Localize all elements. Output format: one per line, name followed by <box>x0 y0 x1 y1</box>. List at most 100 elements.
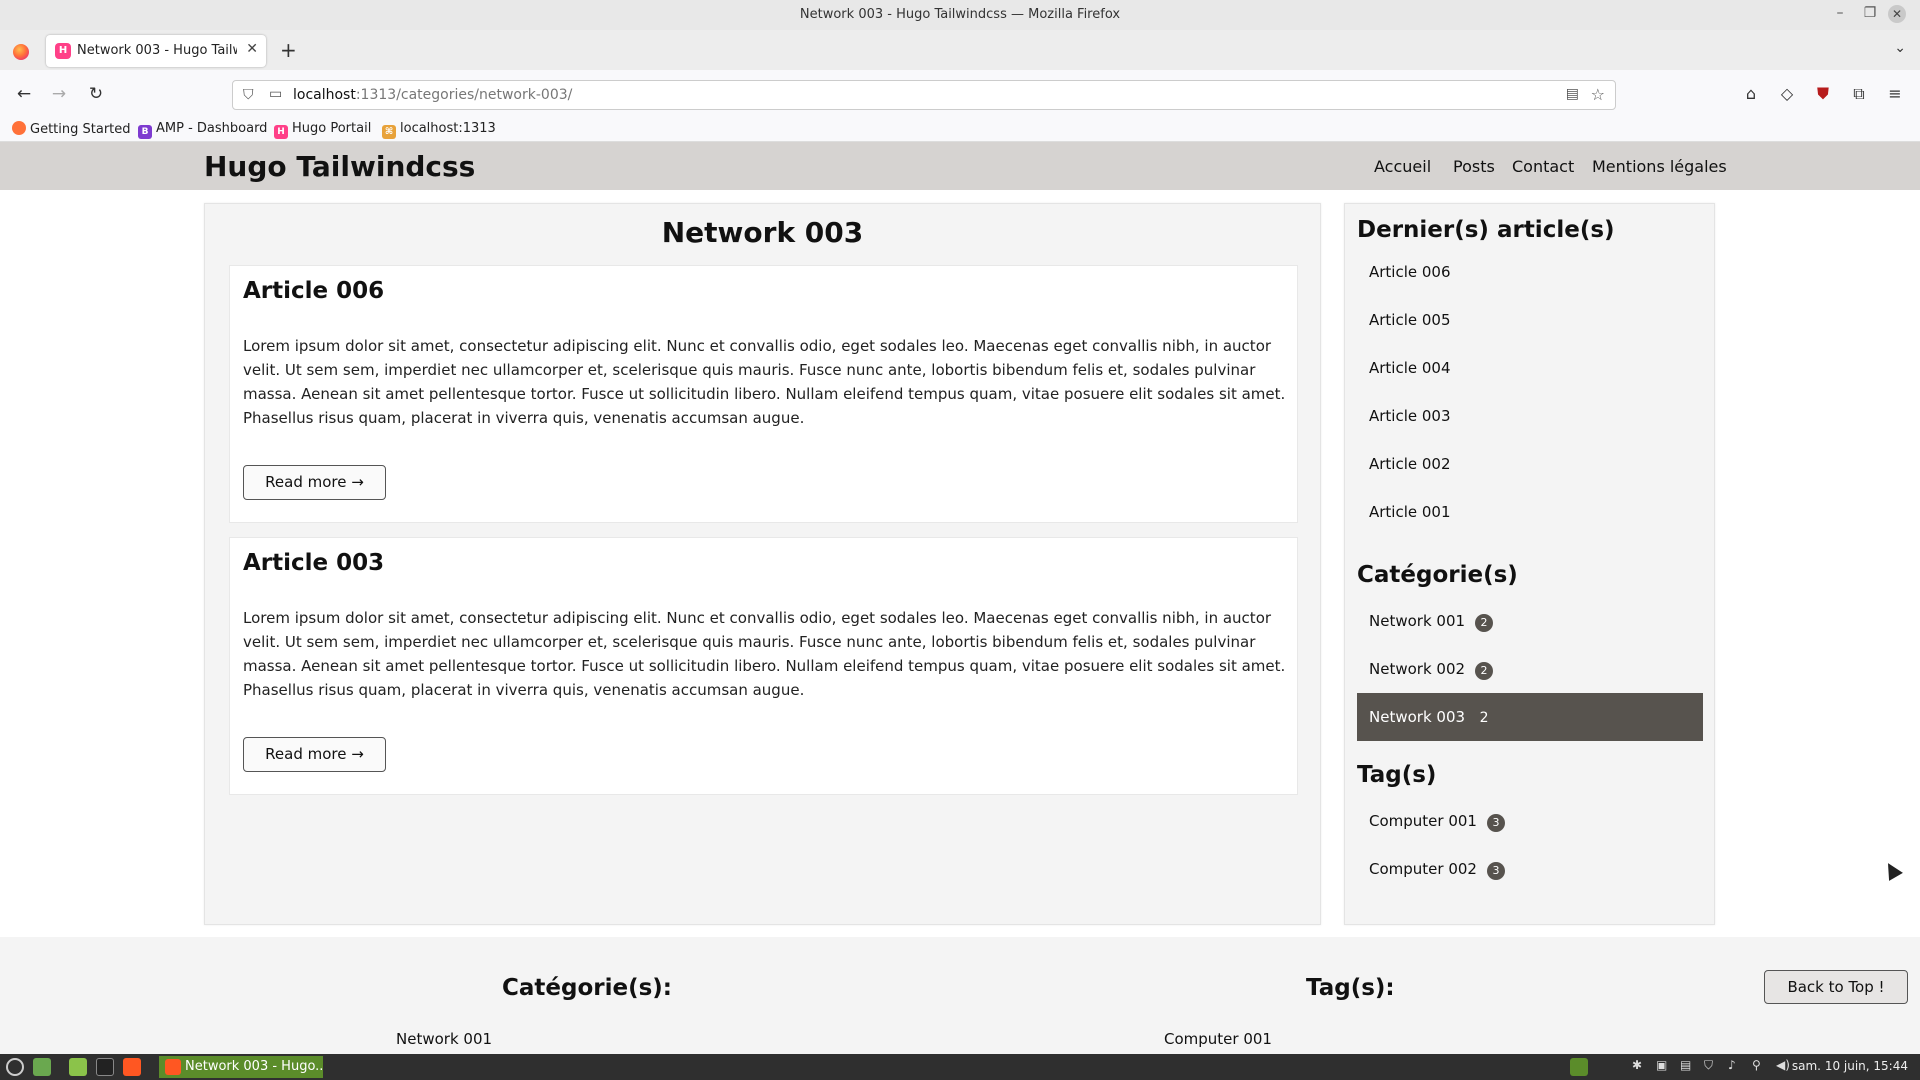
bookmark-label: AMP - Dashboard <box>156 121 268 136</box>
notification-bell-icon[interactable]: ♪ <box>1728 1058 1736 1072</box>
amp-icon: B <box>138 125 152 139</box>
tag-label: Computer 001 <box>1369 812 1477 830</box>
tab-strip: H Network 003 - Hugo Tailwindcss ✕ + ⌄ <box>0 30 1920 70</box>
firefox-icon <box>13 44 29 60</box>
article-excerpt: Lorem ipsum dolor sit amet, consectetur … <box>243 337 1286 427</box>
category-link-network-003[interactable]: Network 003 2 <box>1357 693 1703 741</box>
count-badge: 2 <box>1479 710 1489 726</box>
window-title: Network 003 - Hugo Tailwindcss — Mozilla… <box>799 7 1121 22</box>
reader-view-icon[interactable]: ▤ <box>1566 86 1579 102</box>
location-icon[interactable]: ⚲ <box>1752 1058 1761 1072</box>
ublock-icon[interactable]: ⛊ <box>1812 84 1834 104</box>
article-title[interactable]: Article 006 <box>243 278 384 304</box>
start-menu-icon[interactable] <box>6 1058 24 1076</box>
category-link-network-002[interactable]: Network 002 2 <box>1357 645 1703 693</box>
article-card: Article 003 Lorem ipsum dolor sit amet, … <box>229 537 1298 795</box>
taskbar-clock[interactable]: sam. 10 juin, 15:44 <box>1792 1059 1908 1073</box>
bookmark-getting-started[interactable]: Getting Started <box>12 121 131 137</box>
nav-link-accueil[interactable]: Accueil <box>1374 157 1431 176</box>
url-host: localhost <box>293 87 356 103</box>
tracking-shield-icon[interactable]: ⛉ <box>243 87 254 103</box>
category-label: Network 001 <box>1369 612 1466 630</box>
latest-article-link[interactable]: Article 005 <box>1357 296 1703 344</box>
taskbar-window-firefox[interactable]: Network 003 - Hugo... <box>159 1056 323 1078</box>
firefox-icon <box>12 121 26 135</box>
article-excerpt: Lorem ipsum dolor sit amet, consectetur … <box>243 609 1286 699</box>
restore-button[interactable]: ❐ <box>1860 5 1880 21</box>
url-text[interactable]: localhost:1313/categories/network-003/ <box>293 87 572 103</box>
footer-tag-link[interactable]: Computer 001 <box>1164 1030 1272 1048</box>
tab-close-icon[interactable]: ✕ <box>246 41 258 57</box>
footer-tags-heading: Tag(s): <box>1306 975 1395 1001</box>
sidebar: Dernier(s) article(s) Article 006 Articl… <box>1344 203 1715 925</box>
forward-button[interactable]: → <box>49 84 69 104</box>
tag-label: Computer 002 <box>1369 860 1477 878</box>
nav-link-posts[interactable]: Posts <box>1453 157 1495 176</box>
mouse-cursor-icon <box>1881 859 1903 881</box>
tab-label: Network 003 - Hugo Tailwindcss <box>77 43 237 58</box>
tags-heading: Tag(s) <box>1357 762 1437 788</box>
read-more-button[interactable]: Read more → <box>243 737 386 772</box>
latest-article-link[interactable]: Article 006 <box>1357 248 1703 296</box>
taskbar-task-label: Network 003 - Hugo... <box>185 1059 323 1074</box>
notes-icon[interactable]: ▤ <box>1680 1058 1691 1072</box>
volume-icon[interactable]: ◀) <box>1776 1058 1790 1072</box>
desktop-taskbar: Network 003 - Hugo... ✱ ▣ ▤ ⛉ ♪ ⚲ ◀) sam… <box>0 1054 1920 1080</box>
nav-toolbar: ← → ↻ ⛉ ▭ localhost:1313/categories/netw… <box>0 70 1920 118</box>
site-footer: Catégorie(s): Network 001 Tag(s): Comput… <box>0 937 1920 1054</box>
pocket-icon[interactable]: ◇ <box>1776 84 1798 103</box>
read-more-button[interactable]: Read more → <box>243 465 386 500</box>
category-link-network-001[interactable]: Network 001 2 <box>1357 597 1703 645</box>
category-label: Network 002 <box>1369 660 1466 678</box>
back-button[interactable]: ← <box>14 84 34 104</box>
bookmark-amp-dashboard[interactable]: B AMP - Dashboard <box>138 121 267 139</box>
page-info-icon[interactable]: ▭ <box>269 86 282 102</box>
home-icon[interactable]: ⌂ <box>1740 84 1762 103</box>
latest-article-link[interactable]: Article 004 <box>1357 344 1703 392</box>
bookmark-label: Hugo Portail <box>292 121 372 136</box>
bookmark-hugo-portail[interactable]: H Hugo Portail <box>274 121 371 139</box>
tag-link-computer-002[interactable]: Computer 002 3 <box>1357 845 1703 893</box>
tab-active[interactable]: H Network 003 - Hugo Tailwindcss ✕ <box>46 35 266 67</box>
extensions-icon[interactable]: ⧉ <box>1848 84 1870 104</box>
terminal-icon[interactable] <box>96 1058 114 1076</box>
category-label: Network 003 <box>1369 708 1466 726</box>
localhost-icon: ⌘ <box>382 125 396 139</box>
latest-article-link[interactable]: Article 001 <box>1357 488 1703 536</box>
bluetooth-icon[interactable]: ✱ <box>1632 1058 1642 1072</box>
tab-list-chevron-icon[interactable]: ⌄ <box>1894 40 1906 56</box>
security-shield-icon[interactable]: ⛉ <box>1704 1058 1713 1073</box>
site-header: Hugo Tailwindcss Accueil Posts Contact M… <box>0 142 1920 190</box>
article-card: Article 006 Lorem ipsum dolor sit amet, … <box>229 265 1298 523</box>
nav-link-mentions-legales[interactable]: Mentions légales <box>1592 157 1727 176</box>
footer-categories-heading: Catégorie(s): <box>502 975 672 1001</box>
latest-article-link[interactable]: Article 003 <box>1357 392 1703 440</box>
bookmark-localhost[interactable]: ⌘ localhost:1313 <box>382 121 496 139</box>
close-window-button[interactable]: ✕ <box>1888 5 1906 23</box>
show-desktop-icon[interactable] <box>33 1058 51 1076</box>
hugo-favicon-icon: H <box>55 43 71 59</box>
clipboard-icon[interactable]: ▣ <box>1656 1058 1667 1072</box>
tag-link-computer-001[interactable]: Computer 001 3 <box>1357 797 1703 845</box>
latest-article-link[interactable]: Article 002 <box>1357 440 1703 488</box>
footer-category-link[interactable]: Network 001 <box>396 1030 492 1048</box>
tray-firefox-icon[interactable] <box>1570 1058 1588 1076</box>
back-to-top-button[interactable]: Back to Top ! <box>1764 970 1908 1004</box>
bookmark-label: Getting Started <box>30 122 131 137</box>
firefox-launcher-icon[interactable] <box>123 1058 141 1076</box>
new-tab-button[interactable]: + <box>280 38 297 62</box>
minimize-button[interactable]: – <box>1830 5 1850 21</box>
article-title[interactable]: Article 003 <box>243 550 384 576</box>
page-title: Network 003 <box>661 216 864 249</box>
bookmark-star-icon[interactable]: ☆ <box>1591 85 1605 104</box>
app-menu-icon[interactable]: ≡ <box>1884 84 1906 103</box>
count-badge: 3 <box>1486 814 1505 832</box>
url-bar[interactable]: ⛉ ▭ localhost:1313/categories/network-00… <box>232 80 1616 110</box>
reload-button[interactable]: ↻ <box>86 84 106 104</box>
count-badge: 2 <box>1475 662 1494 680</box>
categories-heading: Catégorie(s) <box>1357 562 1518 588</box>
nav-link-contact[interactable]: Contact <box>1512 157 1574 176</box>
bookmark-label: localhost:1313 <box>400 121 496 136</box>
file-manager-icon[interactable] <box>69 1058 87 1076</box>
site-brand[interactable]: Hugo Tailwindcss <box>204 150 475 183</box>
